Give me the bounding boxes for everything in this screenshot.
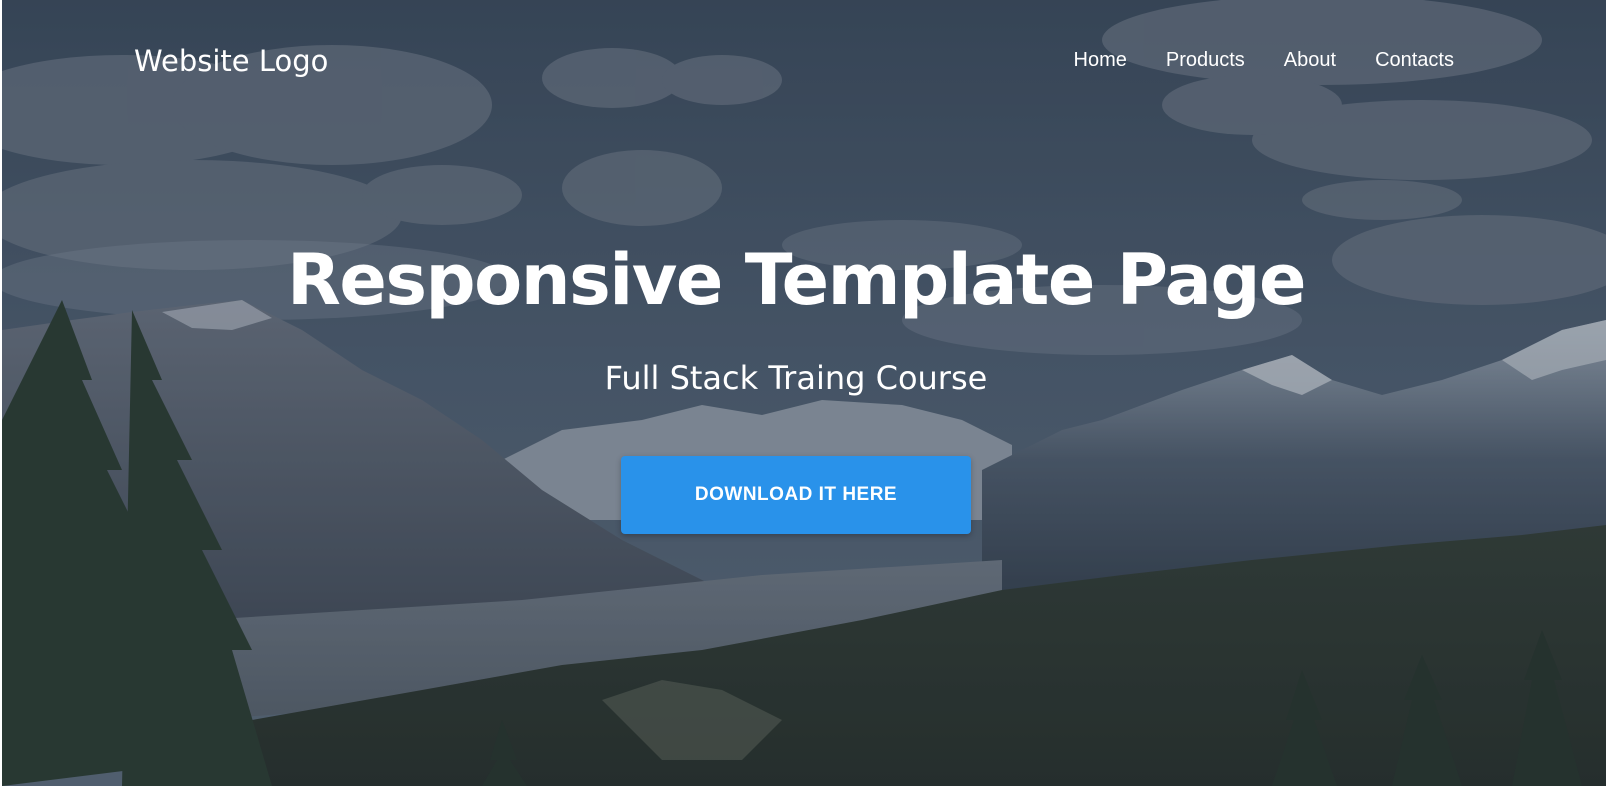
hero-content: Responsive Template Page Full Stack Trai… (2, 0, 1606, 786)
download-button[interactable]: DOWNLOAD IT HERE (621, 456, 971, 534)
page: Website Logo Home Products About Contact… (0, 0, 1608, 789)
hero-title: Responsive Template Page (287, 239, 1306, 321)
hero-section: Website Logo Home Products About Contact… (2, 0, 1606, 786)
hero-subtitle: Full Stack Traing Course (604, 359, 988, 397)
